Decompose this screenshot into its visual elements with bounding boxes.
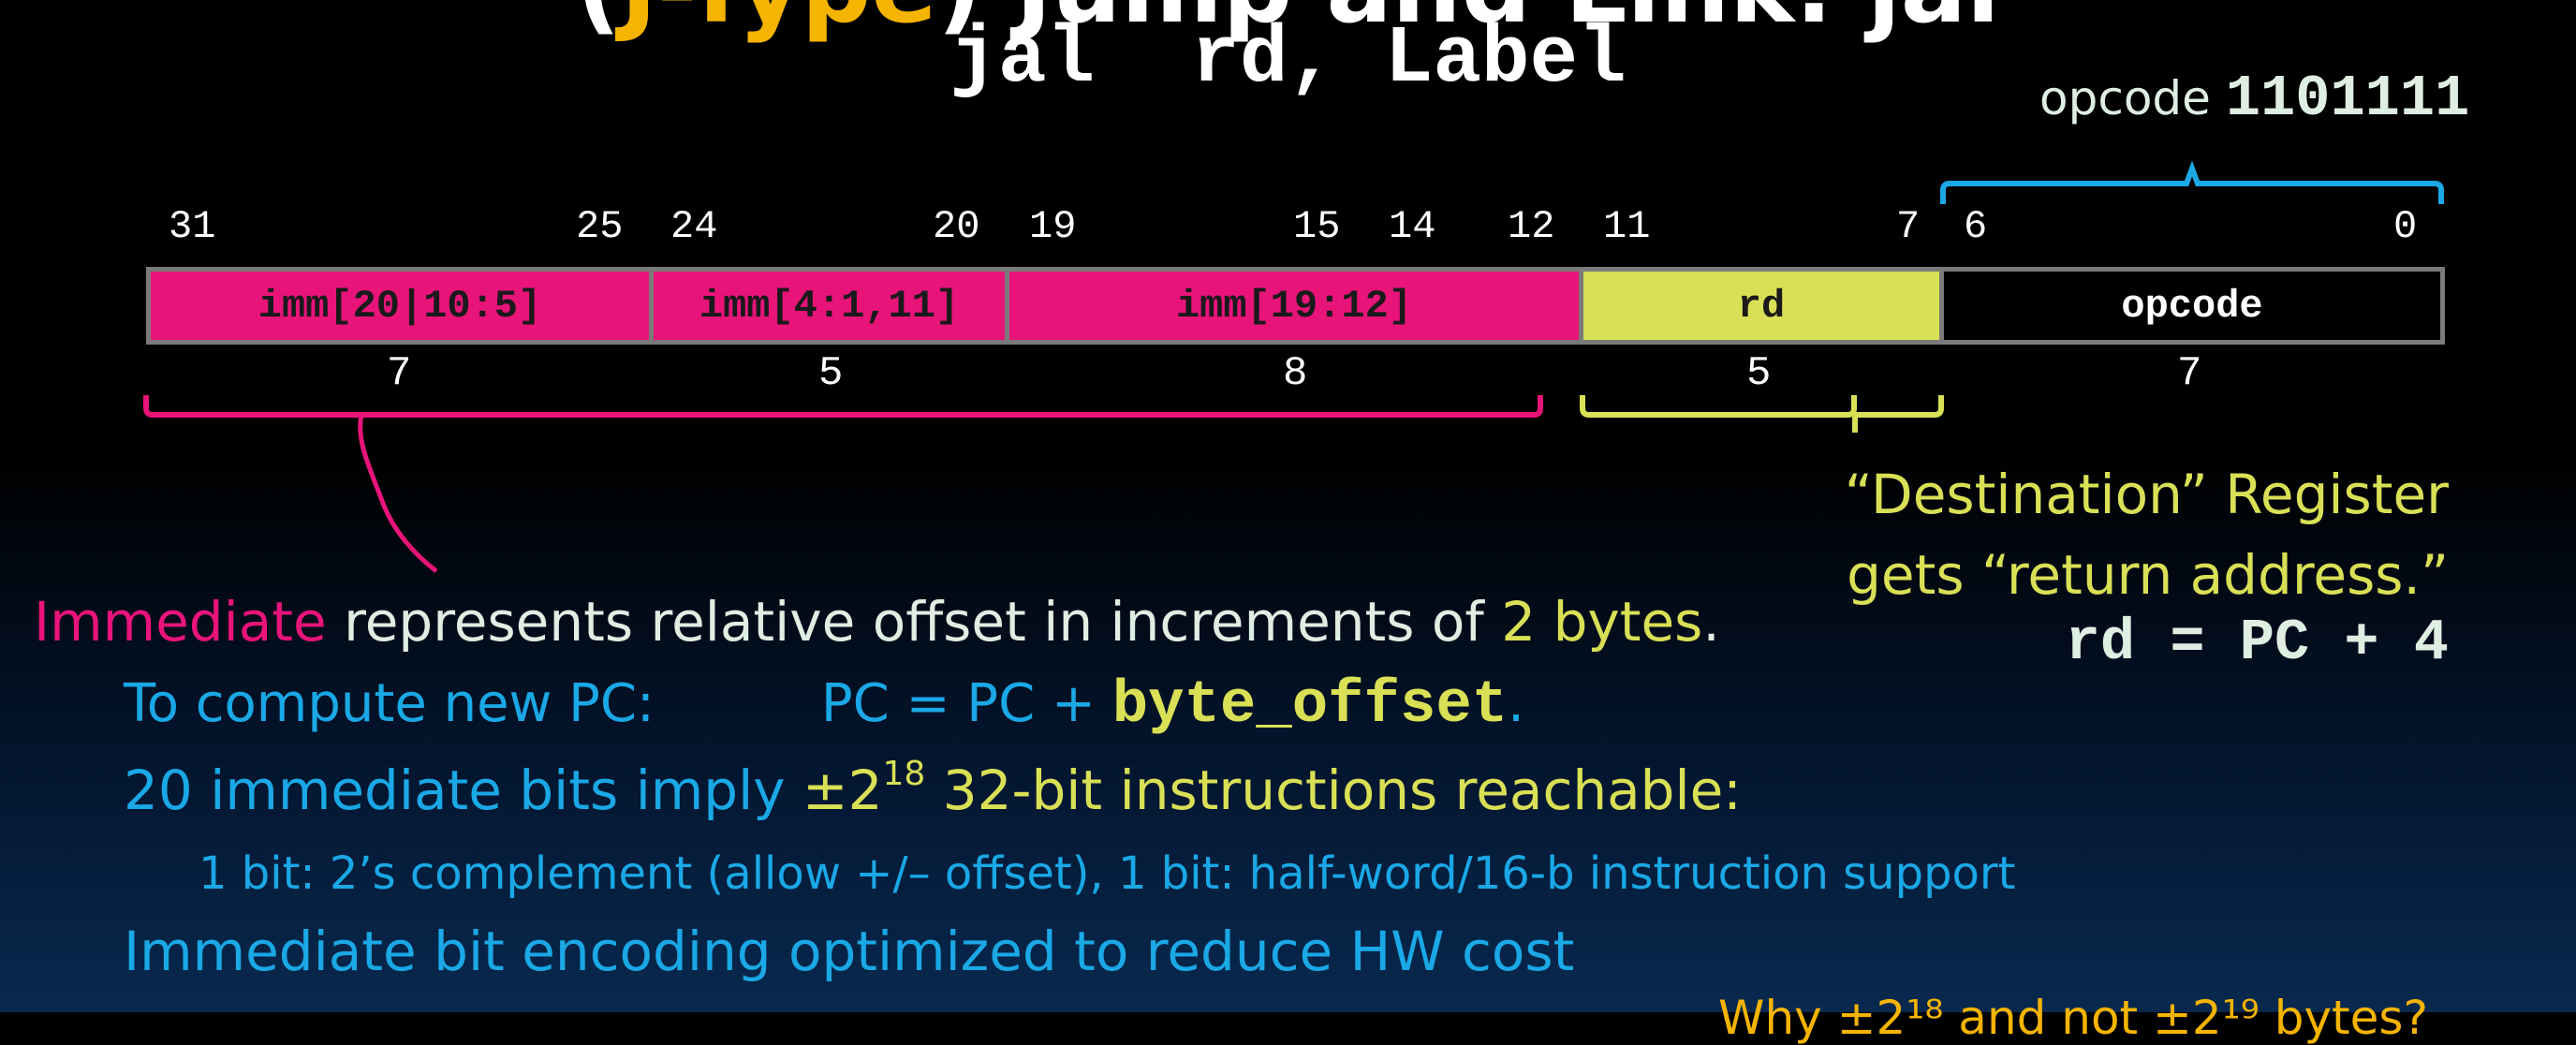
text-span: . — [1508, 673, 1524, 734]
text-span: . — [1702, 590, 1720, 654]
reach-explanation: 20 immediate bits imply ±218 32-bit inst… — [124, 755, 1742, 823]
text-span: 20 immediate bits imply — [124, 758, 802, 822]
immediate-word: Immediate — [34, 590, 327, 654]
rd-description-line: gets “return address.” — [1847, 543, 2449, 607]
opcode-bracket — [1940, 160, 2444, 204]
plus-minus: ±2 — [802, 758, 883, 822]
rd-equation: rd = PC + 4 — [2065, 610, 2449, 676]
two-bytes: 2 bytes — [1501, 590, 1703, 654]
encoding-note: Immediate bit encoding optimized to redu… — [124, 920, 1575, 983]
text-span: represents relative offset in increments… — [326, 590, 1502, 654]
rd-bracket — [1580, 395, 1858, 433]
byte-offset-code: byte_offset — [1111, 672, 1509, 740]
text-span: 32-bit instructions reachable: — [925, 758, 1742, 822]
rd-description: “Destination” Register gets “return addr… — [1779, 454, 2449, 615]
new-pc-formula: To compute new PC: PC = PC + byte_offset… — [124, 672, 1524, 740]
exponent: 18 — [882, 755, 926, 793]
rd-description-line: “Destination” Register — [1844, 463, 2449, 526]
immediate-pointer — [358, 414, 438, 573]
bit-detail: 1 bit: 2’s complement (allow +/– offset)… — [199, 847, 2016, 900]
immediate-explanation: Immediate represents relative offset in … — [34, 590, 1720, 654]
text-span: To compute new PC: PC = PC + — [124, 673, 1112, 734]
question-partial: Why ±2¹⁸ and not ±2¹⁹ bytes? — [1718, 991, 2429, 1045]
rd-bracket-tail — [1853, 395, 1944, 418]
immediate-bracket — [143, 395, 1543, 418]
